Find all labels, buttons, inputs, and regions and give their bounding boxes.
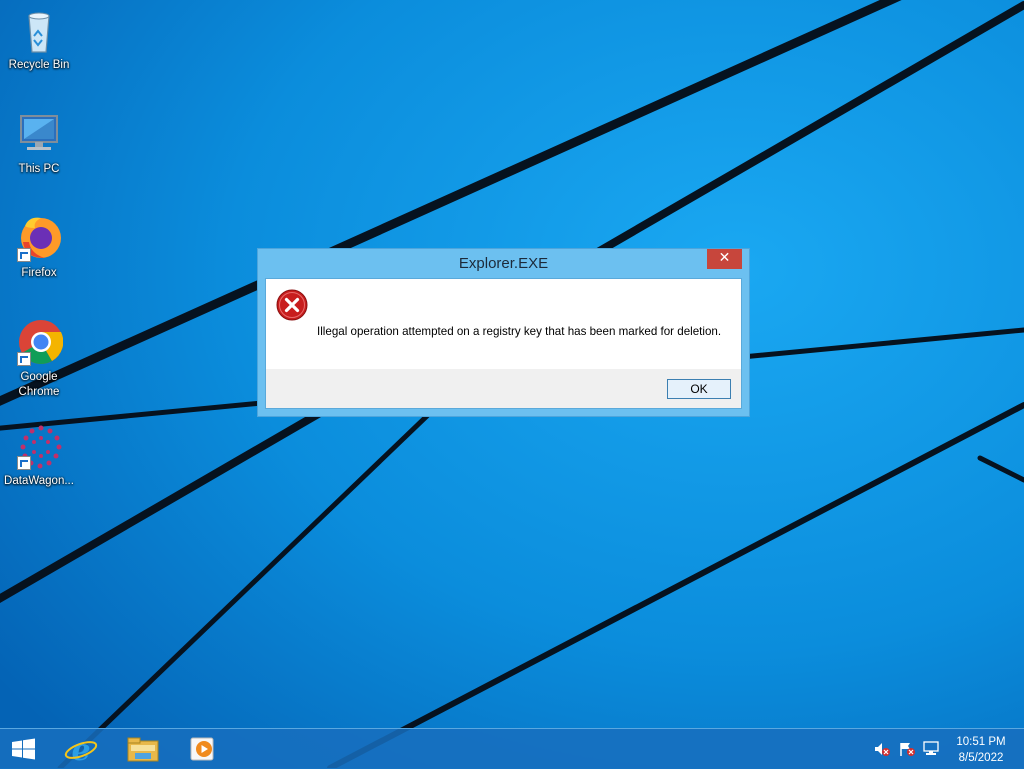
desktop-icon-label: This PC: [18, 163, 60, 175]
dialog-body: Illegal operation attempted on a registr…: [265, 278, 742, 409]
close-button[interactable]: ✕: [707, 249, 742, 269]
file-explorer-icon: [127, 737, 159, 762]
clock-date: 8/5/2022: [958, 752, 1004, 764]
desktop-icon-firefox[interactable]: Firefox: [1, 214, 77, 281]
recycle-bin-icon: [15, 6, 63, 54]
system-clock[interactable]: 10:51 PM 8/5/2022: [942, 734, 1020, 766]
message-area: Illegal operation attempted on a registr…: [266, 279, 741, 369]
internet-explorer-icon: e: [64, 733, 98, 768]
desktop-icon-label: Recycle Bin: [8, 59, 70, 71]
error-dialog: Explorer.EXE ✕ Illegal operation attempt…: [257, 248, 750, 417]
media-player-icon: [190, 737, 214, 761]
shortcut-arrow-icon: [17, 352, 31, 366]
shortcut-arrow-icon: [17, 456, 31, 470]
action-center-flag-icon[interactable]: [898, 741, 916, 757]
taskbar-internet-explorer[interactable]: e: [61, 733, 101, 768]
desktop-icon-google-chrome[interactable]: Google Chrome: [1, 318, 77, 400]
svg-text:e: e: [71, 733, 90, 765]
desktop-icon-label: Firefox: [21, 267, 57, 279]
firefox-icon: [15, 214, 63, 262]
volume-muted-icon[interactable]: [873, 741, 891, 757]
chrome-icon: [15, 318, 64, 366]
windows-start-icon: [12, 738, 35, 760]
start-button[interactable]: [4, 733, 44, 765]
taskbar-file-explorer[interactable]: [123, 733, 163, 765]
network-icon[interactable]: [922, 741, 940, 757]
desktop-icon-this-pc[interactable]: This PC: [1, 110, 77, 177]
computer-icon: [15, 110, 63, 158]
desktop-icon-label: DataWagon...: [4, 475, 74, 487]
shortcut-arrow-icon: [17, 248, 31, 262]
desktop-icon-recycle-bin[interactable]: Recycle Bin: [1, 6, 77, 73]
desktop-icon-datawagon[interactable]: DataWagon...: [1, 422, 77, 489]
datawagon-icon: [15, 422, 63, 470]
taskbar: e 10:51 PM 8/5/2022: [0, 728, 1024, 769]
taskbar-media-player[interactable]: [183, 733, 223, 765]
error-message: Illegal operation attempted on a registr…: [317, 325, 722, 338]
ok-button[interactable]: OK: [667, 379, 731, 399]
desktop-icon-label: Google Chrome: [18, 371, 60, 398]
error-icon: [276, 289, 308, 321]
clock-time: 10:51 PM: [956, 736, 1006, 748]
dialog-title: Explorer.EXE: [458, 255, 549, 272]
